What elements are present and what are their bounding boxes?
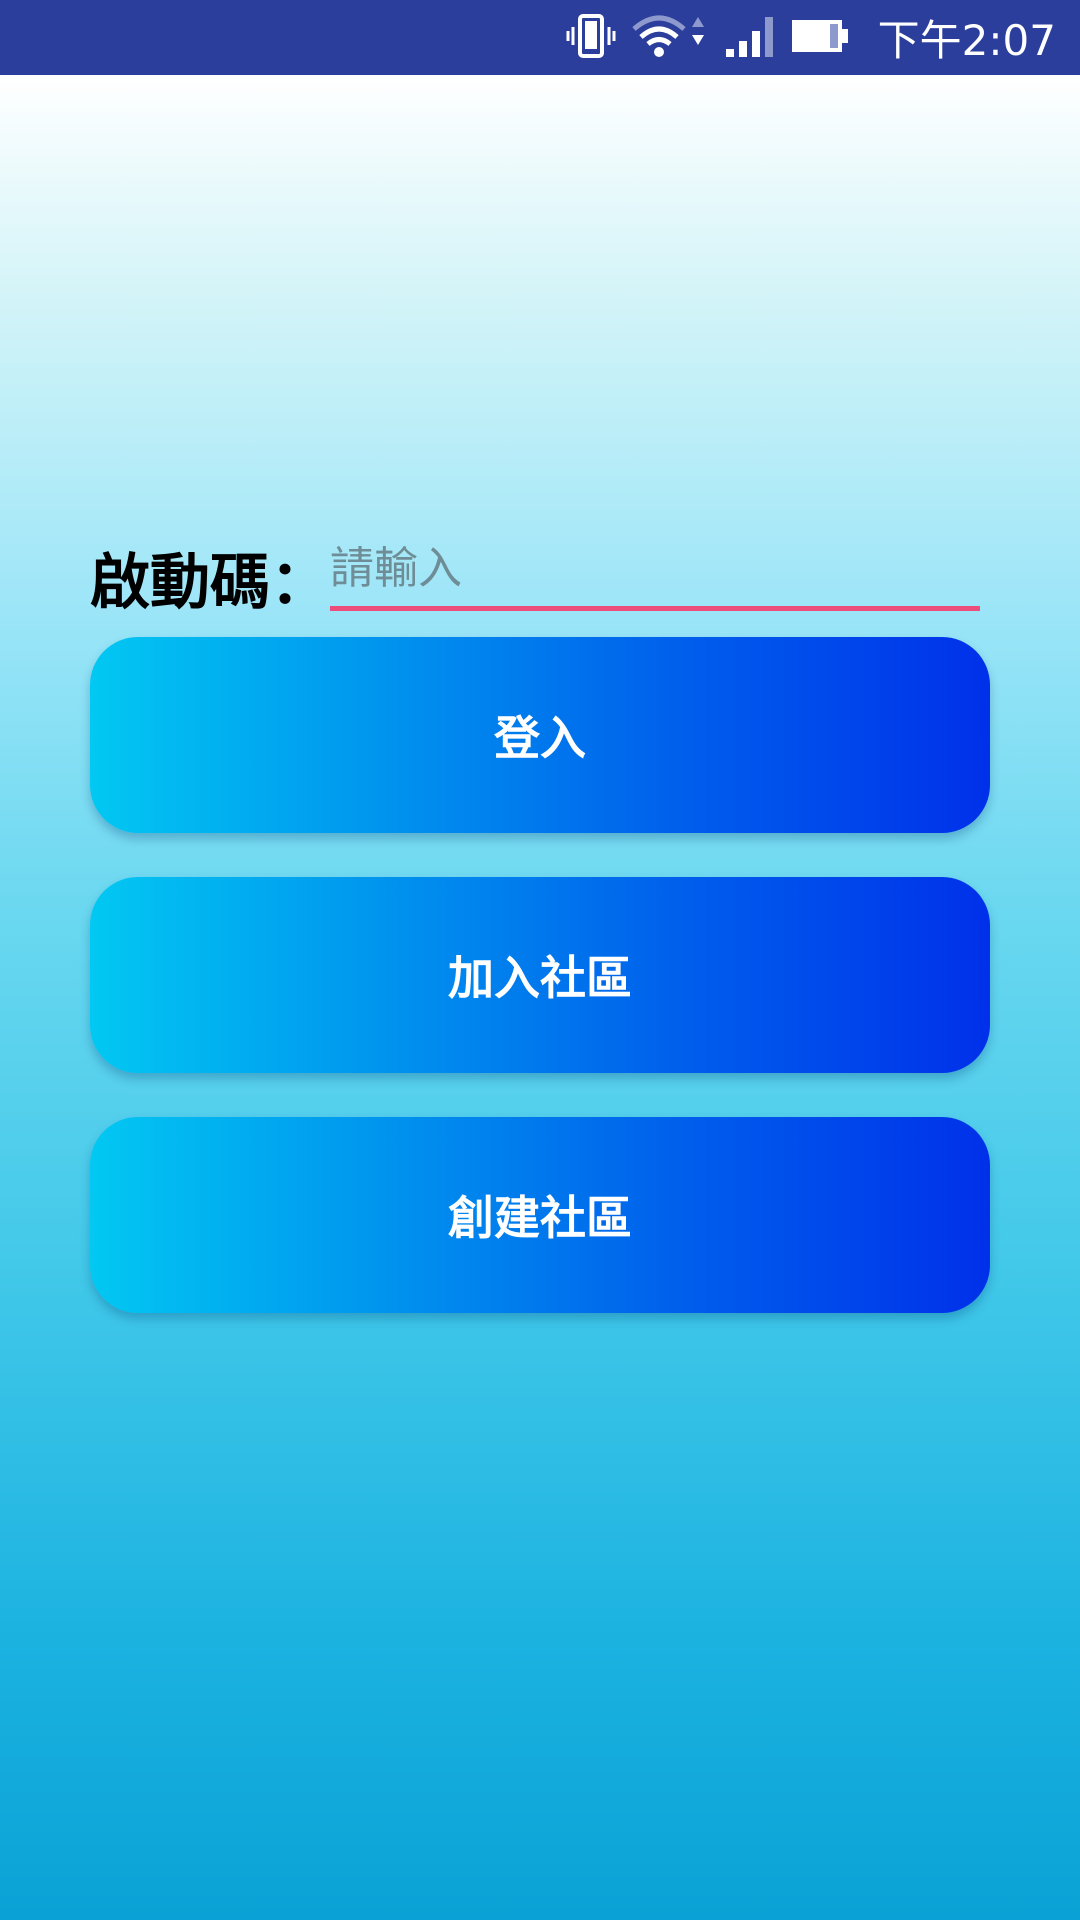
signal-icon	[724, 11, 776, 65]
vibrate-icon	[566, 11, 616, 65]
activation-code-label: 啟動碼：	[90, 548, 330, 618]
status-icons: 下午2:07	[552, 0, 1080, 75]
create-community-button[interactable]: 創建社區	[90, 1117, 990, 1313]
battery-icon	[790, 11, 850, 65]
login-button[interactable]: 登入	[90, 637, 990, 833]
activation-screen: 啟動碼： 登入 加入社區 創建社區	[0, 75, 1080, 1920]
activation-code-row: 啟動碼：	[90, 475, 990, 625]
wifi-icon	[630, 11, 710, 65]
status-time: 下午2:07	[877, 16, 1056, 65]
status-bar: 下午2:07	[0, 0, 1080, 75]
join-community-button[interactable]: 加入社區	[90, 877, 990, 1073]
activation-code-input[interactable]	[330, 539, 980, 611]
